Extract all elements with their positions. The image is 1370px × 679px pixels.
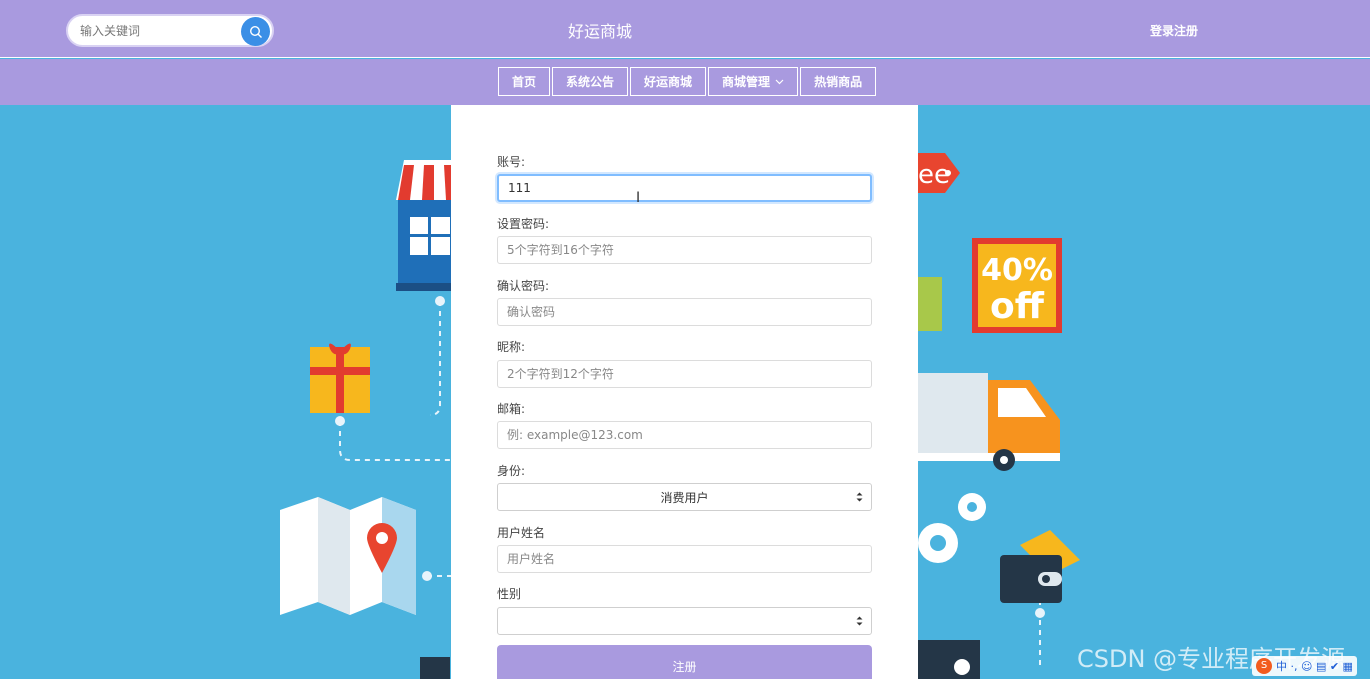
price-tag-icon: ee: [918, 153, 960, 193]
login-register-link[interactable]: 登录注册: [1150, 22, 1198, 39]
search-input[interactable]: [80, 22, 240, 40]
password-input[interactable]: [497, 236, 872, 264]
chevron-down-icon: [775, 79, 784, 84]
map-icon: [280, 497, 416, 615]
select-arrows-icon: [856, 492, 863, 502]
discount-line1: 40%: [981, 253, 1053, 288]
account-input[interactable]: [497, 174, 872, 202]
confirm-password-label: 确认密码:: [497, 279, 550, 293]
nav-label: 好运商城: [644, 75, 693, 89]
ime-toolbar[interactable]: S 中 ·, ☺ ▤ ✔ ▦: [1252, 656, 1357, 676]
password-label: 设置密码:: [497, 217, 550, 231]
register-button[interactable]: 注册: [497, 645, 872, 679]
ime-status-text: 中 ·, ☺ ▤ ✔ ▦: [1276, 660, 1353, 673]
search-box: [66, 14, 274, 47]
role-select-value: 消费用户: [660, 490, 709, 505]
gears-icon: [918, 493, 986, 563]
wallet-icon: [1000, 530, 1080, 603]
nav-item-mall[interactable]: 好运商城: [630, 67, 707, 96]
email-label: 邮箱:: [497, 402, 526, 416]
card-icon: [918, 640, 980, 679]
gift-icon: [310, 343, 370, 413]
nav-label: 热销商品: [814, 75, 863, 89]
search-button[interactable]: [241, 17, 270, 46]
nav-label: 首页: [512, 75, 537, 89]
confirm-password-input[interactable]: [497, 298, 872, 326]
discount-badge-icon: 40% off: [972, 238, 1062, 333]
ime-logo-icon: S: [1256, 658, 1272, 674]
main-nav: 首页 系统公告 好运商城 商城管理 热销商品: [498, 67, 878, 96]
nav-label: 系统公告: [566, 75, 615, 89]
select-arrows-icon: [856, 616, 863, 626]
nickname-input[interactable]: [497, 360, 872, 388]
cash-icon: [918, 277, 942, 331]
nav-item-mall-management[interactable]: 商城管理: [708, 67, 799, 96]
registration-form: 账号: 设置密码: 确认密码: 昵称: 邮箱: 身份: 消费用户 用户姓名 性别…: [451, 105, 918, 679]
nav-item-home[interactable]: 首页: [498, 67, 551, 96]
nav-item-hot-products[interactable]: 热销商品: [800, 67, 877, 96]
role-select[interactable]: 消费用户: [497, 483, 872, 511]
search-icon: [249, 25, 262, 38]
real-name-input[interactable]: [497, 545, 872, 573]
truck-icon: [918, 373, 1060, 471]
gender-label: 性别: [497, 587, 522, 601]
nav-label: 商城管理: [722, 75, 771, 89]
email-input[interactable]: [497, 421, 872, 449]
nav-bar: 首页 系统公告 好运商城 商城管理 热销商品: [0, 59, 1370, 105]
gender-select[interactable]: [497, 607, 872, 635]
price-tag-text: ee: [918, 160, 950, 190]
real-name-label: 用户姓名: [497, 526, 546, 540]
site-title: 好运商城: [567, 22, 632, 41]
text-cursor-icon: I: [636, 190, 641, 206]
nav-item-announcements[interactable]: 系统公告: [552, 67, 629, 96]
role-label: 身份:: [497, 464, 526, 478]
discount-line2: off: [990, 286, 1045, 327]
account-label: 账号:: [497, 155, 526, 169]
nickname-label: 昵称:: [497, 340, 526, 354]
header-bar: 好运商城 登录注册: [0, 0, 1370, 58]
